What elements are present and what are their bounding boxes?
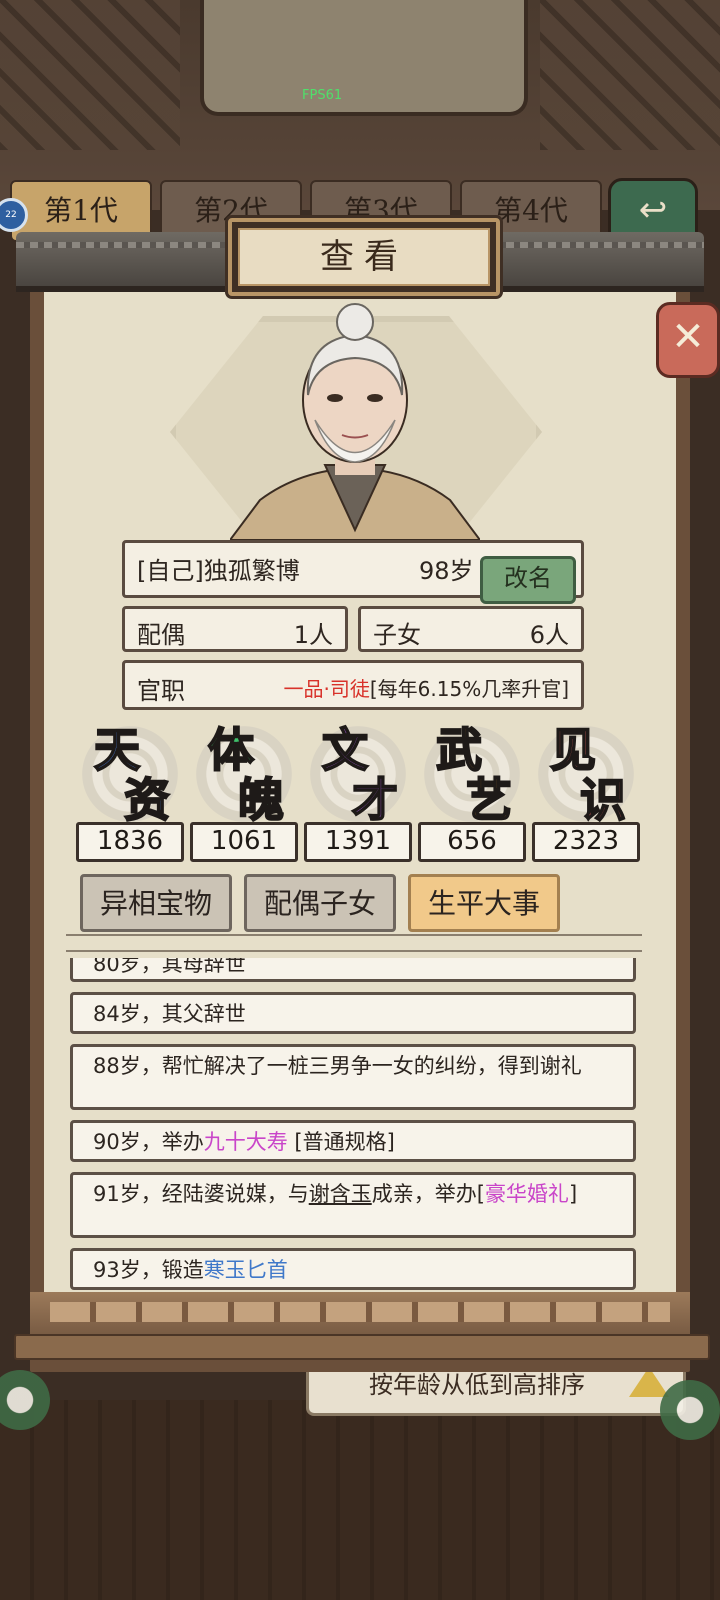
stat-talent-value: 1836	[76, 822, 184, 862]
avatar-elder-portrait	[230, 303, 480, 540]
stat-physique-emblem: 体 魄	[194, 720, 294, 830]
spouse-label: 配偶	[137, 621, 185, 649]
stat-literary-char-2: 才	[351, 772, 399, 828]
event-text: 93岁，锻造	[93, 1258, 204, 1282]
stat-martial-char-2: 艺	[465, 772, 513, 828]
stat-martial-value: 656	[418, 822, 526, 862]
stat-physique-value: 1061	[190, 822, 298, 862]
stat-martial-emblem: 武 艺	[422, 720, 522, 830]
event-highlight: 豪华婚礼	[484, 1182, 569, 1206]
event-highlight: 九十大寿	[203, 1130, 288, 1154]
event-text: 成亲，举办[	[371, 1182, 485, 1206]
life-events-list[interactable]: 80岁，其母辞世 84岁，其父辞世 88岁，帮忙解决了一桩三男争一女的纠纷，得到…	[70, 958, 636, 1292]
event-item: 88岁，帮忙解决了一桩三男争一女的纠纷，得到谢礼	[70, 1044, 636, 1110]
stat-talent-char-2: 资	[123, 772, 171, 828]
event-text: 91岁，经陆婆说媒，与	[93, 1182, 309, 1206]
event-item: 80岁，其母辞世	[70, 958, 636, 982]
sort-label: 按年龄从低到高排序	[369, 1371, 585, 1399]
children-row: 子女 6人	[358, 606, 584, 652]
stat-literary-value: 1391	[304, 822, 412, 862]
stat-talent-emblem: 天 资	[80, 720, 180, 830]
modal-title-plaque: 查看	[228, 218, 500, 296]
modal-title: 查看	[238, 228, 490, 286]
orchid-painting	[200, 0, 528, 116]
event-text: ]	[568, 1182, 578, 1206]
stat-physique-char-2: 魄	[237, 772, 285, 828]
tab-treasures[interactable]: 异相宝物	[80, 874, 232, 932]
spouse-name-link[interactable]: 谢含玉	[309, 1182, 372, 1206]
event-item: 90岁，举办九十大寿 [普通规格]	[70, 1120, 636, 1162]
event-text: 84岁，其父辞世	[93, 1002, 246, 1026]
event-text: [普通规格]	[287, 1130, 395, 1154]
window-lattice-left	[0, 0, 180, 150]
promotion-chance: [每年6.15%几率升官]	[369, 677, 569, 701]
window-lattice-right	[540, 0, 720, 150]
tab-spouse-children[interactable]: 配偶子女	[244, 874, 396, 932]
flower-decoration-right	[660, 1380, 720, 1440]
character-age: 98岁	[419, 557, 474, 585]
stat-insight-value: 2323	[532, 822, 640, 862]
fps-counter: FPS61	[302, 88, 343, 103]
tab-life-events[interactable]: 生平大事	[408, 874, 560, 932]
stat-literary-emblem: 文 才	[308, 720, 408, 830]
close-icon[interactable]: ✕	[656, 302, 720, 378]
event-highlight: 寒玉匕首	[203, 1258, 288, 1282]
event-text: 88岁，帮忙解决了一桩三男争一女的纠纷，得到谢礼	[93, 1054, 582, 1078]
office-value: 一品·司徒[每年6.15%几率升官]	[284, 673, 570, 702]
spouse-count: 1人	[293, 621, 333, 649]
modal-base	[14, 1334, 710, 1360]
event-text: 80岁，其母辞世	[93, 958, 246, 976]
background-floor	[0, 1400, 720, 1600]
character-name: [自己]独孤繁博	[137, 557, 300, 585]
spouse-row: 配偶 1人	[122, 606, 348, 652]
office-rank: 一品·司徒	[283, 677, 370, 701]
section-divider	[66, 934, 642, 952]
event-item: 84岁，其父辞世	[70, 992, 636, 1034]
event-item: 91岁，经陆婆说媒，与谢含玉成亲，举办[豪华婚礼]	[70, 1172, 636, 1238]
event-item: 93岁，锻造寒玉匕首	[70, 1248, 636, 1290]
event-text: 90岁，举办	[93, 1130, 204, 1154]
stat-insight-char-2: 识	[579, 772, 627, 828]
children-label: 子女	[373, 621, 421, 649]
rename-button[interactable]: 改名	[480, 556, 576, 604]
office-label: 官职	[137, 677, 185, 705]
stat-insight-emblem: 见 识	[536, 720, 636, 830]
children-count: 6人	[529, 621, 569, 649]
office-row: 官职 一品·司徒[每年6.15%几率升官]	[122, 660, 584, 710]
